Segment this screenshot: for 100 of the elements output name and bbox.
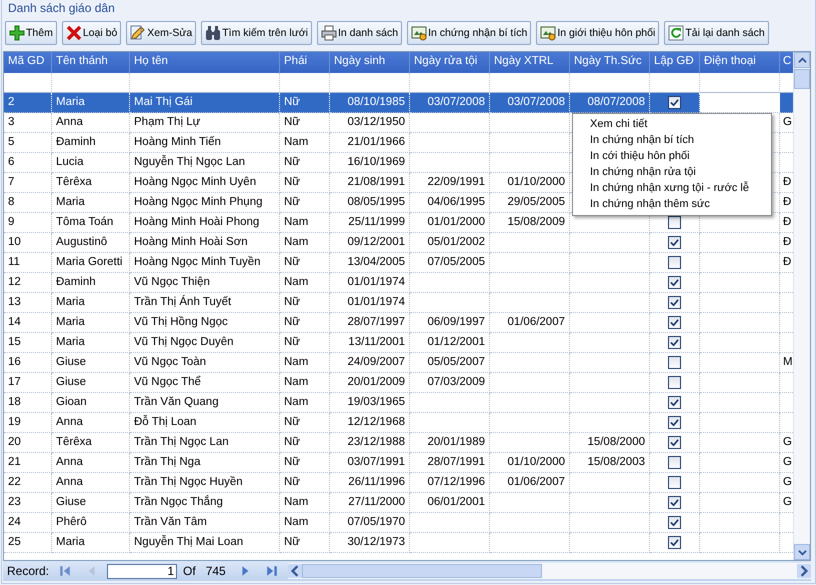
menu-item[interactable]: In chứng nhận bí tích [573, 132, 771, 148]
table-cell: 14 [8, 316, 21, 328]
table-cell: Giuse [56, 376, 86, 388]
table-cell: 30/12/1973 [347, 536, 405, 548]
table-cell: Đaminh [56, 136, 96, 148]
checkbox[interactable] [668, 216, 681, 229]
table-cell: Nguyễn Thị Mai Loan [134, 536, 244, 548]
column-header[interactable]: Ngày sinh [330, 52, 410, 73]
toolbar-button[interactable]: Loại bỏ [62, 21, 122, 45]
table-cell: 08/05/1995 [347, 196, 405, 208]
checkbox[interactable] [668, 96, 681, 109]
table-cell: Nữ [284, 156, 300, 168]
toolbar-button[interactable]: Xem-Sửa [126, 21, 196, 45]
checkbox[interactable] [668, 336, 681, 349]
checkbox[interactable] [668, 296, 681, 309]
table-cell: Nam [284, 216, 308, 228]
checkbox[interactable] [668, 316, 681, 329]
table-cell: 5 [8, 136, 14, 148]
table-cell: 08/10/1985 [347, 96, 405, 108]
table-cell: 9 [8, 216, 14, 228]
column-header[interactable]: Mã GD [4, 52, 52, 73]
scroll-right-icon [797, 564, 811, 578]
table-cell: M [783, 356, 793, 368]
table-cell: 25 [8, 536, 21, 548]
column-header[interactable]: Họ tên [130, 52, 280, 73]
checkbox[interactable] [668, 256, 681, 269]
checkbox[interactable] [668, 396, 681, 409]
table-cell: Nam [284, 236, 308, 248]
table-cell: Nữ [284, 436, 300, 448]
menu-item[interactable]: Xem chi tiết [573, 116, 771, 132]
column-header[interactable]: Tên thánh [52, 52, 130, 73]
scroll-thumb[interactable] [302, 564, 542, 578]
scroll-thumb[interactable] [794, 69, 810, 89]
table-cell: 06/01/2001 [427, 496, 485, 508]
horizontal-scrollbar[interactable] [288, 563, 811, 579]
table-cell: Nữ [284, 536, 300, 548]
table-cell: Nam [284, 496, 308, 508]
table-cell: 24/09/2007 [347, 356, 405, 368]
table-cell: Nam [284, 356, 308, 368]
table-cell: Lucia [56, 156, 84, 168]
table-cell: 25/11/1999 [348, 216, 405, 228]
plus-icon [9, 25, 25, 41]
checkbox[interactable] [668, 476, 681, 489]
table-row[interactable]: 2 Maria Mai Thị Gái Nữ 08/10/1985 03/07/2008 03/07/2008 08/07/2008 [4, 93, 793, 113]
table-cell: 04/06/1995 [427, 196, 485, 208]
column-header[interactable]: Điện thoại [700, 52, 780, 73]
table-cell: Maria [56, 96, 85, 108]
table-cell: 16 [8, 356, 21, 368]
pencil-icon [130, 25, 146, 41]
checkbox[interactable] [668, 376, 681, 389]
table-cell: Đ [783, 176, 792, 188]
table-cell: Đ [783, 256, 792, 268]
table-cell: 15 [8, 336, 21, 348]
menu-item[interactable]: In chứng nhận thêm sức [573, 196, 771, 212]
table-cell: Nữ [284, 476, 300, 488]
checkbox[interactable] [668, 456, 681, 469]
checkbox[interactable] [668, 516, 681, 529]
table-cell: 07/12/1996 [427, 476, 485, 488]
checkbox[interactable] [668, 276, 681, 289]
table-cell: 27/11/2000 [348, 496, 405, 508]
first-record-icon[interactable] [59, 565, 72, 577]
menu-item[interactable]: In chứng nhận xưng tội - rước lễ [573, 180, 771, 196]
toolbar-button[interactable]: Thêm [5, 21, 57, 45]
column-header[interactable]: Phái [280, 52, 330, 73]
table-cell: Anna [56, 476, 83, 488]
column-header[interactable]: Lập GĐ [650, 52, 700, 73]
table-cell: Têrêxa [56, 436, 92, 448]
table-cell: 01/12/2001 [427, 336, 485, 348]
column-header[interactable]: Ngày Th.Sức [570, 52, 650, 73]
table-cell: Hoàng Minh Tiến [134, 136, 221, 148]
column-header[interactable]: Ngày XTRL [490, 52, 570, 73]
table-cell: 7 [8, 176, 14, 188]
close-icon [66, 25, 82, 41]
toolbar-button[interactable]: In giới thiệu hôn phối [536, 21, 660, 45]
table-cell: 17 [8, 376, 21, 388]
table-cell: Vũ Ngọc Thiện [134, 276, 210, 288]
phone-input-field[interactable] [700, 93, 780, 113]
table-cell: Đ [783, 236, 792, 248]
table-cell: Đ [783, 216, 792, 228]
toolbar-button[interactable]: Tìm kiếm trên lưới [201, 21, 312, 45]
toolbar-button[interactable]: In chứng nhận bí tích [407, 21, 532, 45]
checkbox[interactable] [668, 436, 681, 449]
table-cell: 05/05/2007 [427, 356, 485, 368]
last-record-icon[interactable] [266, 565, 278, 577]
checkbox[interactable] [668, 236, 681, 249]
column-header[interactable]: Ngày rửa tội [410, 52, 490, 73]
checkbox[interactable] [668, 356, 681, 369]
vertical-scrollbar[interactable] [793, 52, 810, 560]
table-cell: Maria [56, 536, 85, 548]
checkbox[interactable] [668, 416, 681, 429]
toolbar-button[interactable]: In danh sách [316, 21, 402, 45]
record-position-field[interactable]: 1 [107, 564, 178, 578]
table-cell: 01/10/2000 [507, 456, 565, 468]
checkbox[interactable] [668, 536, 681, 549]
table-cell: 21 [8, 456, 21, 468]
table-cell: Vũ Thị Hồng Ngọc [134, 316, 228, 328]
toolbar-button[interactable]: Tải lại danh sách [664, 21, 769, 45]
table-cell: Giuse [56, 356, 86, 368]
checkbox[interactable] [668, 496, 681, 509]
table-cell: Maria [56, 296, 85, 308]
